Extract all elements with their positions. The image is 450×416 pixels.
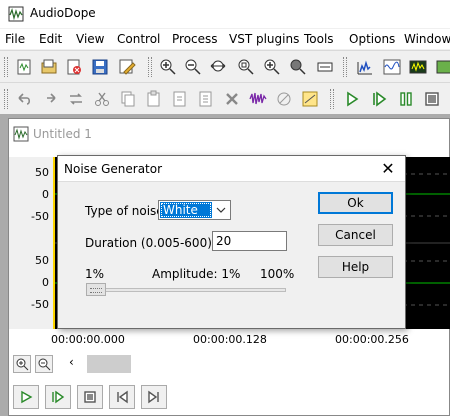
mix-paste-icon[interactable] bbox=[196, 89, 216, 109]
y-label: 0 bbox=[42, 276, 49, 289]
menu-edit[interactable]: Edit bbox=[39, 32, 62, 46]
zoom-horizontal-icon[interactable] bbox=[209, 57, 229, 77]
undo-icon[interactable] bbox=[14, 89, 34, 109]
amplitude-max-label: 100% bbox=[260, 267, 295, 281]
menu-tools[interactable]: Tools bbox=[304, 32, 334, 46]
close-file-icon[interactable] bbox=[64, 57, 84, 77]
amplitude-slider-thumb[interactable] bbox=[86, 283, 106, 296]
app-title: AudioDope bbox=[30, 6, 96, 20]
repeat-icon[interactable] bbox=[66, 89, 86, 109]
level-meter-icon[interactable] bbox=[408, 57, 428, 77]
y-label: -50 bbox=[31, 298, 49, 311]
cancel-button[interactable]: Cancel bbox=[318, 224, 393, 246]
zoom-selection-icon[interactable] bbox=[236, 57, 256, 77]
delete-icon[interactable] bbox=[222, 89, 242, 109]
new-file-icon[interactable] bbox=[14, 57, 34, 77]
stop-icon[interactable] bbox=[422, 89, 442, 109]
app-titlebar: AudioDope bbox=[0, 0, 450, 28]
transport-play-button[interactable] bbox=[13, 385, 39, 409]
zoom-in-vertical-icon[interactable] bbox=[13, 355, 31, 373]
menu-vst-plugins[interactable]: VST plugins bbox=[229, 32, 299, 46]
main-toolbar bbox=[0, 50, 450, 82]
time-label: 00:00:00.000 bbox=[51, 333, 125, 346]
menu-bar: File Edit View Control Process VST plugi… bbox=[0, 29, 450, 49]
noise-type-value: White bbox=[160, 202, 212, 218]
noise-wave-icon[interactable] bbox=[248, 89, 268, 109]
toolbar-grip[interactable] bbox=[148, 57, 152, 77]
document-icon bbox=[13, 126, 29, 142]
copy-icon[interactable] bbox=[118, 89, 138, 109]
scroll-left-arrow-icon[interactable]: ‹ bbox=[69, 355, 74, 369]
zoom-out-icon[interactable] bbox=[183, 57, 203, 77]
edit-toolbar bbox=[0, 82, 450, 114]
ok-button[interactable]: Ok bbox=[318, 192, 393, 214]
noise-type-label: Type of noise bbox=[85, 204, 164, 218]
paste-icon[interactable] bbox=[144, 89, 164, 109]
noise-type-select[interactable]: White bbox=[158, 200, 231, 220]
toolbar-grip[interactable] bbox=[4, 57, 8, 77]
amplitude-min-label: 1% bbox=[85, 267, 105, 281]
toolbar-grip[interactable] bbox=[330, 89, 334, 109]
document-titlebar: Untitled 1 bbox=[9, 119, 449, 149]
time-label: 00:00:00.128 bbox=[193, 333, 267, 346]
amplitude-axis: 50 0 -50 50 0 -50 bbox=[9, 157, 53, 329]
transport-bar bbox=[9, 381, 450, 411]
help-button[interactable]: Help bbox=[318, 256, 393, 278]
pause-icon[interactable] bbox=[396, 89, 416, 109]
extra-tool-icon[interactable] bbox=[434, 57, 450, 77]
amplitude-label: Amplitude: 1% bbox=[152, 267, 241, 281]
close-icon[interactable]: ✕ bbox=[379, 159, 397, 178]
zoom-in-icon[interactable] bbox=[158, 57, 178, 77]
transport-next-button[interactable] bbox=[141, 385, 167, 409]
time-label: 00:00:00.256 bbox=[335, 333, 409, 346]
open-file-icon[interactable] bbox=[39, 57, 59, 77]
paste-new-icon[interactable] bbox=[170, 89, 190, 109]
zoom-all-icon[interactable] bbox=[315, 57, 335, 77]
chevron-down-icon[interactable] bbox=[214, 202, 228, 218]
menu-options[interactable]: Options bbox=[349, 32, 395, 46]
transport-previous-button[interactable] bbox=[109, 385, 135, 409]
waveform-icon[interactable] bbox=[382, 57, 402, 77]
time-ruler: 00:00:00.000 00:00:00.128 00:00:00.256 bbox=[9, 331, 450, 349]
noise-generator-dialog: Noise Generator ✕ Type of noise White Du… bbox=[57, 155, 406, 329]
zoom-out-vertical-icon[interactable] bbox=[35, 355, 53, 373]
app-logo-icon bbox=[8, 6, 24, 22]
menu-file[interactable]: File bbox=[5, 32, 25, 46]
zoom-vertical-in-icon[interactable] bbox=[262, 57, 282, 77]
zoom-scroll-row: ‹ bbox=[9, 355, 450, 377]
redo-icon[interactable] bbox=[40, 89, 60, 109]
toolbar-grip[interactable] bbox=[4, 89, 8, 109]
document-title: Untitled 1 bbox=[33, 127, 92, 141]
horizontal-scroll-thumb[interactable] bbox=[87, 355, 131, 373]
menu-process[interactable]: Process bbox=[172, 32, 218, 46]
silence-icon[interactable] bbox=[274, 89, 294, 109]
save-as-icon[interactable] bbox=[117, 57, 137, 77]
play-icon[interactable] bbox=[342, 89, 362, 109]
y-label: 0 bbox=[42, 188, 49, 201]
play-loop-icon[interactable] bbox=[369, 89, 389, 109]
marker-icon[interactable] bbox=[300, 89, 320, 109]
y-label: 50 bbox=[35, 166, 49, 179]
spectrum-icon[interactable] bbox=[355, 57, 375, 77]
amplitude-slider-track[interactable] bbox=[86, 288, 286, 292]
y-label: 50 bbox=[35, 254, 49, 267]
menu-view[interactable]: View bbox=[76, 32, 104, 46]
menu-control[interactable]: Control bbox=[117, 32, 160, 46]
dialog-title: Noise Generator bbox=[64, 162, 163, 176]
zoom-vertical-out-icon[interactable] bbox=[288, 57, 308, 77]
save-icon[interactable] bbox=[90, 57, 110, 77]
y-label: -50 bbox=[31, 210, 49, 223]
toolbar-grip[interactable] bbox=[343, 57, 347, 77]
transport-stop-button[interactable] bbox=[77, 385, 103, 409]
menu-window[interactable]: Window bbox=[404, 32, 450, 46]
duration-input[interactable]: 20 bbox=[212, 231, 287, 251]
transport-play-from-start-button[interactable] bbox=[45, 385, 71, 409]
cut-icon[interactable] bbox=[92, 89, 112, 109]
dialog-titlebar: Noise Generator ✕ bbox=[58, 156, 405, 182]
